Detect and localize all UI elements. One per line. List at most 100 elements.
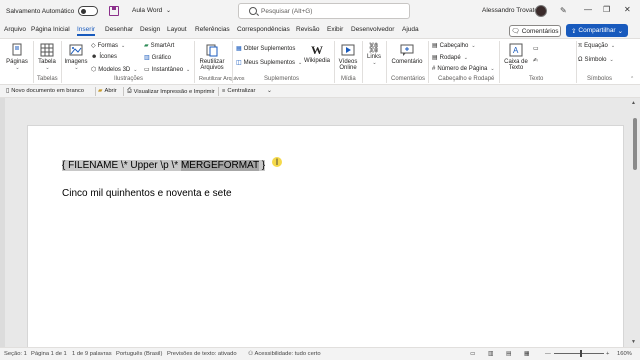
zoom-slider[interactable] <box>554 353 604 354</box>
autosave-control[interactable]: Salvamento Automático <box>6 6 99 16</box>
zoom-slider-thumb[interactable] <box>580 350 582 357</box>
status-section[interactable]: Seção: 1 <box>4 351 27 357</box>
footer-button[interactable]: ▤ Rodapé ⌄ <box>432 54 468 62</box>
shapes-button[interactable]: ◇ Formas ⌄ <box>91 42 125 50</box>
vertical-scrollbar-thumb[interactable] <box>633 118 637 170</box>
tab-desenhar[interactable]: Desenhar <box>105 26 133 33</box>
title-bar: Salvamento Automático Aula Word ⌄ Pesqui… <box>0 0 640 24</box>
screenshot-button[interactable]: ▭ Instantâneo ⌄ <box>144 66 190 74</box>
search-input[interactable]: Pesquisar (Alt+G) <box>238 3 410 19</box>
page-number-button[interactable]: # Número de Página ⌄ <box>432 66 495 72</box>
tab-design[interactable]: Design <box>140 26 160 33</box>
text-box-button[interactable]: A Caixa de Texto <box>502 43 530 71</box>
status-words[interactable]: 1 de 9 palavras <box>72 351 112 357</box>
group-label-simbolos: Símbolos <box>587 76 613 82</box>
focus-icon[interactable]: ▭ <box>470 351 475 357</box>
tab-layout[interactable]: Layout <box>167 26 187 33</box>
restore-button[interactable]: ❐ <box>603 5 610 14</box>
pages-button[interactable]: Páginas ⌄ <box>6 43 28 71</box>
tab-revisao[interactable]: Revisão <box>296 26 319 33</box>
scroll-down-icon[interactable]: ▼ <box>631 339 636 345</box>
online-videos-button[interactable]: Vídeos Online <box>336 43 360 71</box>
table-button[interactable]: Tabela ⌄ <box>36 43 58 71</box>
smartart-button[interactable]: ▰ SmartArt <box>144 42 174 50</box>
status-language[interactable]: Português (Brasil) <box>116 351 162 357</box>
open-button[interactable]: ▰ Abrir <box>98 88 117 94</box>
reuse-files-button[interactable]: Reutilizar Arquivos <box>197 43 227 71</box>
tab-inserir[interactable]: Inserir <box>77 26 96 36</box>
header-button[interactable]: ▤ Cabeçalho ⌄ <box>432 42 476 50</box>
tab-correspondencias[interactable]: Correspondências <box>237 26 290 33</box>
scroll-up-icon[interactable]: ▲ <box>631 100 636 106</box>
tab-desenvolvedor[interactable]: Desenvolvedor <box>351 26 394 33</box>
table-icon <box>40 43 54 57</box>
tab-exibir[interactable]: Exibir <box>327 26 343 33</box>
print-layout-icon[interactable]: ▤ <box>506 351 511 357</box>
collapse-ribbon-icon[interactable]: ⌃ <box>630 76 634 82</box>
close-button[interactable]: ✕ <box>624 5 631 14</box>
center-button[interactable]: ≡ Centralizar <box>222 88 255 94</box>
chart-button[interactable]: ▥ Gráfico <box>144 54 172 62</box>
divider <box>194 41 195 83</box>
customize-qat-button[interactable]: ⌄ <box>267 88 272 94</box>
chevron-down-icon: ⌄ <box>166 8 172 14</box>
tab-arquivo[interactable]: Arquivo <box>4 26 26 33</box>
document-page[interactable] <box>27 125 624 347</box>
3d-models-button[interactable]: ⬡ Modelos 3D ⌄ <box>91 66 137 74</box>
divider <box>33 41 34 83</box>
tab-pagina-inicial[interactable]: Página Inicial <box>31 26 70 33</box>
divider <box>362 41 363 83</box>
tab-ajuda[interactable]: Ajuda <box>402 26 419 33</box>
equation-button[interactable]: π Equação ⌄ <box>578 43 615 49</box>
share-button[interactable]: ⇪ Compartilhar ⌄ <box>566 24 628 37</box>
search-icon <box>249 7 257 15</box>
text-options-icon[interactable]: ▭ <box>533 45 539 52</box>
web-layout-icon[interactable]: ▦ <box>524 351 529 357</box>
user-name[interactable]: Alessandro Trovato <box>482 7 538 14</box>
links-button[interactable]: ⛓ Links ⌄ <box>364 43 384 66</box>
chevron-down-icon: ⌄ <box>617 27 624 35</box>
pen-icon[interactable]: ✎ <box>560 6 567 15</box>
comment-icon <box>400 44 414 56</box>
print-preview-button[interactable]: ⎙ Visualizar Impressão e Imprimir <box>127 88 215 95</box>
document-title[interactable]: Aula Word ⌄ <box>132 7 171 14</box>
new-comment-button[interactable]: Comentário <box>390 43 424 65</box>
zoom-in-button[interactable]: + <box>606 351 609 357</box>
footer-label: Rodapé <box>439 54 461 61</box>
save-icon[interactable] <box>109 6 119 16</box>
store-icon: ▦ <box>236 46 242 52</box>
get-addins-label: Obter Suplementos <box>243 45 296 52</box>
symbol-label: Símbolo <box>584 57 607 63</box>
status-page[interactable]: Página 1 de 1 <box>31 351 67 357</box>
divider <box>218 87 219 96</box>
chart-label: Gráfico <box>151 54 172 61</box>
autosave-toggle[interactable] <box>78 6 99 16</box>
comment-icon: 🗨 <box>511 28 520 35</box>
tab-referencias[interactable]: Referências <box>195 26 230 33</box>
new-blank-document-button[interactable]: ▯ Novo documento em branco <box>6 88 84 94</box>
signature-icon[interactable]: ✍ <box>533 57 538 64</box>
minimize-button[interactable]: — <box>584 5 592 14</box>
zoom-out-button[interactable]: — <box>545 351 551 357</box>
avatar[interactable] <box>535 5 547 17</box>
images-button[interactable]: Imagens ⌄ <box>64 43 88 71</box>
field-code-text: FILENAME \* Upper \p \* <box>68 160 181 171</box>
symbol-button[interactable]: Ω Símbolo ⌄ <box>578 57 614 63</box>
document-body-line[interactable]: Cinco mil quinhentos e noventa e sete <box>62 188 232 199</box>
status-accessibility[interactable]: ⚇ Acessibilidade: tudo certo <box>248 351 321 357</box>
group-label-texto: Texto <box>529 76 544 82</box>
quick-access-toolbar: ▯ Novo documento em branco ▰ Abrir ⎙ Vis… <box>0 85 640 98</box>
get-addins-button[interactable]: ▦ Obter Suplementos <box>236 45 296 53</box>
comment-label: Comentário <box>391 59 423 65</box>
my-addins-label: Meus Suplementos <box>243 59 296 66</box>
icons-button[interactable]: ☻ Ícones <box>91 54 117 60</box>
field-code-line[interactable]: { FILENAME \* Upper \p \* MERGEFORMAT } <box>62 160 266 171</box>
wikipedia-button[interactable]: W Wikipedia <box>302 43 332 64</box>
zoom-level[interactable]: 160% <box>617 351 632 357</box>
wikipedia-label: Wikipedia <box>303 58 330 64</box>
pi-icon: π <box>578 43 583 49</box>
comments-button[interactable]: 🗨 Comentários <box>509 25 561 37</box>
status-text-predictions[interactable]: Previsões de texto: ativado <box>167 351 237 357</box>
my-addins-button[interactable]: ◫ Meus Suplementos ⌄ <box>236 59 302 67</box>
read-mode-icon[interactable]: ▥ <box>488 351 493 357</box>
